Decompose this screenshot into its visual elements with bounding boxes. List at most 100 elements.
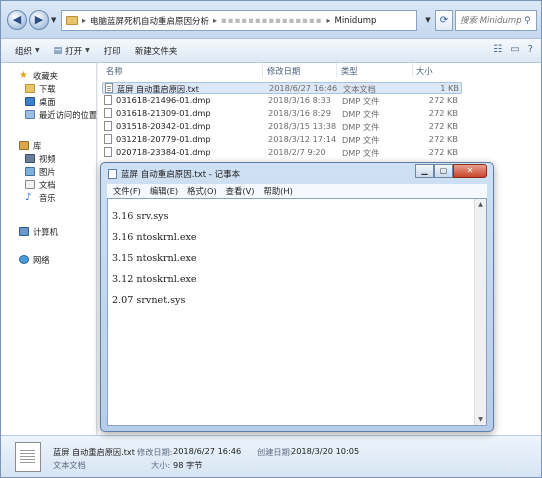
menu-help[interactable]: 帮助(H) <box>264 185 293 197</box>
nav-item-network[interactable]: 网络 <box>1 253 97 266</box>
libraries-group: 库 视频 图片 文档 ♪ 音乐 <box>1 139 97 204</box>
nav-item-label: 桌面 <box>39 96 56 107</box>
document-icon <box>25 180 35 189</box>
print-label: 打印 <box>103 46 121 57</box>
menu-view[interactable]: 查看(V) <box>226 185 255 197</box>
nav-item-desktop[interactable]: 桌面 <box>1 95 97 108</box>
scroll-up-icon[interactable]: ▲ <box>475 199 486 210</box>
nav-item-music[interactable]: ♪ 音乐 <box>1 191 97 204</box>
file-date: 2018/2/7 9:20 <box>268 147 326 157</box>
network-icon <box>19 255 29 264</box>
search-box[interactable]: ⚲ <box>455 10 537 31</box>
details-size-label: 大小: <box>151 460 171 470</box>
file-size: 272 KB <box>428 121 458 131</box>
nav-item-downloads[interactable]: 下载 <box>1 82 97 95</box>
column-header-size[interactable]: 大小 <box>416 65 433 77</box>
print-button[interactable]: 打印 <box>104 45 121 57</box>
dmp-file-icon <box>104 95 112 105</box>
file-name: 020718-23384-01.dmp <box>116 147 211 157</box>
star-icon: ★ <box>19 69 28 81</box>
open-button[interactable]: ▤ 打开 ▼ <box>54 45 90 57</box>
details-modified-label: 修改日期: <box>137 447 173 457</box>
file-row[interactable]: 蓝屏 自动重启原因.txt 2018/6/27 16:46 文本文档 1 KB <box>102 82 462 94</box>
file-size: 272 KB <box>428 108 458 118</box>
file-type: DMP 文件 <box>342 135 380 145</box>
computer-group: 计算机 <box>1 225 97 238</box>
file-row[interactable]: 031518-20342-01.dmp 2018/3/15 13:38 DMP … <box>102 121 462 133</box>
details-pane: 蓝屏 自动重启原因.txt 修改日期: 2018/6/27 16:46 创建日期… <box>1 435 541 477</box>
column-header-type[interactable]: 类型 <box>341 65 358 77</box>
recent-pages-dropdown[interactable]: ▼ <box>51 16 56 24</box>
favorites-group: ★ 收藏夹 下载 桌面 最近访问的位置 <box>1 69 97 121</box>
file-date: 2018/3/16 8:33 <box>268 95 331 105</box>
address-dropdown-button[interactable]: ▼ <box>421 10 435 31</box>
nav-item-label: 库 <box>33 140 42 151</box>
menu-edit[interactable]: 编辑(E) <box>150 185 178 197</box>
file-name: 031618-21496-01.dmp <box>116 95 211 105</box>
column-header-date[interactable]: 修改日期 <box>267 65 300 77</box>
column-divider[interactable] <box>412 63 413 77</box>
recent-places-icon <box>25 110 35 119</box>
notepad-text-area[interactable]: 3.16 srv.sys 3.16 ntoskrnl.exe 3.15 ntos… <box>107 198 487 426</box>
forward-button[interactable]: ▶ <box>29 10 49 30</box>
breadcrumb-item[interactable]: ▪▪▪▪▪▪▪▪▪▪▪▪▪▪▪ <box>221 16 322 26</box>
nav-item-favorites[interactable]: ★ 收藏夹 <box>1 69 97 82</box>
maximize-button[interactable]: ▢ <box>434 164 453 178</box>
nav-item-computer[interactable]: 计算机 <box>1 225 97 238</box>
notepad-title-bar[interactable]: 蓝屏 自动重启原因.txt - 记事本 <box>108 167 240 181</box>
close-button[interactable]: ✕ <box>453 164 487 178</box>
file-row[interactable]: 031218-20779-01.dmp 2018/3/12 17:14 DMP … <box>102 134 462 146</box>
file-name: 031518-20342-01.dmp <box>116 121 211 131</box>
file-row[interactable]: 020718-23384-01.dmp 2018/2/7 9:20 DMP 文件… <box>102 147 462 159</box>
file-name: 031618-21309-01.dmp <box>116 108 211 118</box>
menu-file[interactable]: 文件(F) <box>113 185 141 197</box>
minimize-button[interactable]: ▁ <box>415 164 434 178</box>
column-header-name[interactable]: 名称 <box>106 65 123 77</box>
nav-item-label: 最近访问的位置 <box>39 109 98 120</box>
preview-pane-icon[interactable]: ▭ <box>510 44 519 55</box>
menu-format[interactable]: 格式(O) <box>187 185 217 197</box>
nav-item-label: 视频 <box>39 153 56 164</box>
nav-item-pictures[interactable]: 图片 <box>1 165 97 178</box>
new-folder-button[interactable]: 新建文件夹 <box>135 45 178 57</box>
search-input[interactable] <box>460 15 524 26</box>
view-options-icon[interactable]: ☷ <box>493 44 502 55</box>
breadcrumb-item[interactable]: 电脑蓝屏死机自动重启原因分析 <box>90 15 209 27</box>
text-line: 3.16 ntoskrnl.exe <box>112 232 197 243</box>
vertical-scrollbar[interactable]: ▲ ▼ <box>474 199 486 425</box>
details-created-value: 2018/3/20 10:05 <box>291 446 360 456</box>
library-icon <box>19 141 29 150</box>
breadcrumb-item[interactable]: Minidump <box>334 16 376 26</box>
file-row[interactable]: 031618-21496-01.dmp 2018/3/16 8:33 DMP 文… <box>102 95 462 107</box>
column-divider[interactable] <box>336 63 337 77</box>
file-row[interactable]: 031618-21309-01.dmp 2018/3/16 8:29 DMP 文… <box>102 108 462 120</box>
file-type: DMP 文件 <box>342 148 380 158</box>
scroll-down-icon[interactable]: ▼ <box>475 414 486 425</box>
view-controls: ☷ ▭ ? <box>493 44 533 55</box>
file-type: 文本文档 <box>343 84 376 94</box>
help-icon[interactable]: ? <box>528 44 533 55</box>
notepad-window[interactable]: 蓝屏 自动重启原因.txt - 记事本 ▁ ▢ ✕ 文件(F) 编辑(E) 格式… <box>100 162 494 432</box>
notepad-icon <box>108 169 117 179</box>
command-toolbar: 组织 ▼ ▤ 打开 ▼ 打印 新建文件夹 ☷ ▭ ? <box>1 39 541 63</box>
file-name: 031218-20779-01.dmp <box>116 134 211 144</box>
file-size: 272 KB <box>428 147 458 157</box>
nav-item-libraries[interactable]: 库 <box>1 139 97 152</box>
address-bar[interactable]: ▸ 电脑蓝屏死机自动重启原因分析 ▸ ▪▪▪▪▪▪▪▪▪▪▪▪▪▪▪ ▸ Min… <box>61 10 417 31</box>
file-type: DMP 文件 <box>342 96 380 106</box>
chevron-right-icon: ▸ <box>326 16 331 25</box>
nav-item-recent[interactable]: 最近访问的位置 <box>1 108 97 121</box>
organize-button[interactable]: 组织 ▼ <box>15 45 40 57</box>
column-divider[interactable] <box>262 63 263 77</box>
refresh-button[interactable]: ⟳ <box>435 10 453 31</box>
details-modified-value: 2018/6/27 16:46 <box>173 446 242 456</box>
nav-item-videos[interactable]: 视频 <box>1 152 97 165</box>
nav-item-documents[interactable]: 文档 <box>1 178 97 191</box>
folder-icon <box>66 16 78 25</box>
text-file-icon <box>105 83 113 93</box>
text-line: 3.16 srv.sys <box>112 211 169 222</box>
search-icon[interactable]: ⚲ <box>524 16 531 26</box>
open-label: 打开 <box>65 46 83 57</box>
chevron-right-icon: ▸ <box>213 16 218 25</box>
back-button[interactable]: ◀ <box>7 10 27 30</box>
